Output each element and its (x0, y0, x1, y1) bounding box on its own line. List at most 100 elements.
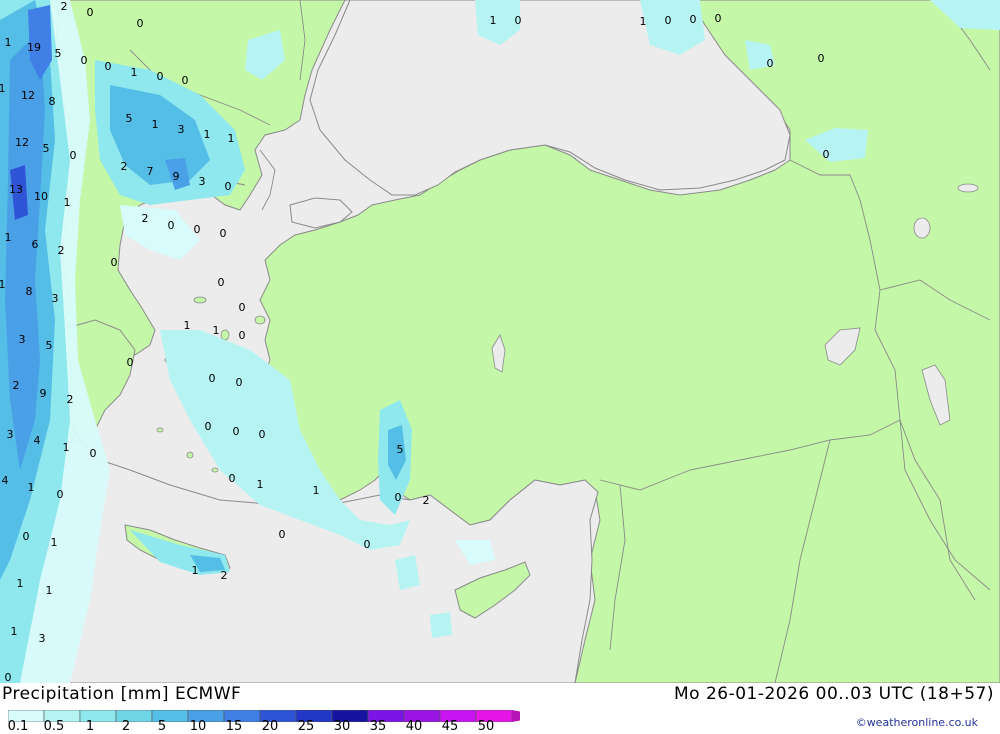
precip-value: 1 (490, 14, 497, 27)
precip-value: 0 (767, 57, 774, 70)
precip-value: 2 (142, 212, 149, 225)
legend-label: 5 (157, 719, 167, 734)
precip-value: 1 (17, 577, 24, 590)
precip-south-cells-2 (430, 612, 452, 638)
precip-value: 6 (32, 238, 39, 251)
color-legend (7, 707, 544, 723)
precip-value: 5 (43, 142, 50, 155)
legend-label: 45 (441, 719, 459, 734)
precip-value: 1 (5, 36, 12, 49)
legend-label: 50 (477, 719, 495, 734)
precip-value: 0 (127, 356, 134, 369)
precip-value: 5 (46, 339, 53, 352)
precip-value: 19 (27, 41, 41, 54)
precip-value: 4 (2, 474, 9, 487)
precipitation-map[interactable]: 2 0 0 1 19 5 0 0 1 0 0 1 12 8 5 1 3 1 1 12 5 0 2 7 9 3 0 13 10 1 2 0 0 0 1… (0, 0, 1000, 683)
precip-value: 0 (70, 149, 77, 162)
precip-value: 0 (279, 528, 286, 541)
precip-value: 4 (34, 434, 41, 447)
legend-label: 35 (369, 719, 387, 734)
precip-value: 1 (640, 15, 647, 28)
precip-value: 5 (55, 47, 62, 60)
precip-value: 0 (182, 74, 189, 87)
precip-value: 3 (39, 632, 46, 645)
precip-value: 3 (7, 428, 14, 441)
precip-value: 1 (64, 196, 71, 209)
precip-value: 5 (397, 443, 404, 456)
precip-value: 1 (131, 66, 138, 79)
precip-value: 1 (51, 536, 58, 549)
precip-value: 0 (236, 376, 243, 389)
precip-value: 2 (67, 393, 74, 406)
legend-label: 20 (261, 719, 279, 734)
precip-value: 3 (178, 123, 185, 136)
precip-value: 0 (218, 276, 225, 289)
precip-value: 13 (9, 183, 23, 196)
credit-link[interactable]: ©weatheronline.co.uk (856, 716, 978, 729)
precip-value: 0 (209, 372, 216, 385)
legend-label: 15 (225, 719, 243, 734)
precip-value: 0 (225, 180, 232, 193)
precip-value: 0 (168, 219, 175, 232)
legend-labels: 0.1 0.5 1 2 5 10 15 20 25 30 35 40 45 50 (0, 719, 520, 734)
precip-value: 0 (57, 488, 64, 501)
map-title: Precipitation [mm] ECMWF (2, 684, 242, 704)
precip-value: 0 (23, 530, 30, 543)
legend-label: 1 (85, 719, 95, 734)
precip-value: 8 (26, 285, 33, 298)
precip-value: 2 (221, 569, 228, 582)
precip-value: 0 (239, 301, 246, 314)
precip-value: 9 (173, 170, 180, 183)
precip-value: 0 (364, 538, 371, 551)
precip-value: 1 (11, 625, 18, 638)
precip-value: 0 (111, 256, 118, 269)
precip-value: 2 (58, 244, 65, 257)
precip-value: 3 (19, 333, 26, 346)
precip-value: 1 (5, 231, 12, 244)
legend-label: 10 (189, 719, 207, 734)
precip-value: 0 (259, 428, 266, 441)
precip-value: 0 (81, 54, 88, 67)
precip-value: 7 (147, 165, 154, 178)
precip-value: 9 (40, 387, 47, 400)
precip-value: 1 (63, 441, 70, 454)
legend-label: 0.1 (7, 719, 29, 734)
precip-value: 1 (0, 82, 6, 95)
forecast-datetime: Mo 26-01-2026 00..03 UTC (18+57) (673, 684, 994, 704)
precip-value: 0 (5, 671, 12, 683)
precip-value: 1 (313, 484, 320, 497)
precip-value: 12 (21, 89, 35, 102)
precip-value: 1 (213, 324, 220, 337)
precip-value: 1 (184, 319, 191, 332)
precip-value: 0 (90, 447, 97, 460)
precip-value: 1 (152, 118, 159, 131)
precip-value: 0 (87, 6, 94, 19)
precip-value: 12 (15, 136, 29, 149)
legend-label: 30 (333, 719, 351, 734)
precip-value: 0 (715, 12, 722, 25)
precip-value: 2 (61, 0, 68, 13)
precip-value: 0 (690, 13, 697, 26)
legend-label: 2 (121, 719, 131, 734)
precip-value: 0 (137, 17, 144, 30)
precip-value: 1 (204, 128, 211, 141)
precip-value: 3 (199, 175, 206, 188)
precip-value: 0 (194, 223, 201, 236)
precip-value: 0 (823, 148, 830, 161)
legend-label: 25 (297, 719, 315, 734)
precip-value: 0 (395, 491, 402, 504)
precip-value: 0 (229, 472, 236, 485)
precip-value: 2 (13, 379, 20, 392)
precip-value: 1 (0, 278, 6, 291)
legend-label: 0.5 (43, 719, 65, 734)
precip-value: 0 (515, 14, 522, 27)
precip-value: 0 (220, 227, 227, 240)
precip-value: 1 (192, 564, 199, 577)
precip-value: 0 (239, 329, 246, 342)
legend-label: 40 (405, 719, 423, 734)
precip-value: 1 (46, 584, 53, 597)
precip-value: 10 (34, 190, 48, 203)
precip-value: 0 (205, 420, 212, 433)
precip-value: 0 (105, 60, 112, 73)
precip-value: 0 (665, 14, 672, 27)
